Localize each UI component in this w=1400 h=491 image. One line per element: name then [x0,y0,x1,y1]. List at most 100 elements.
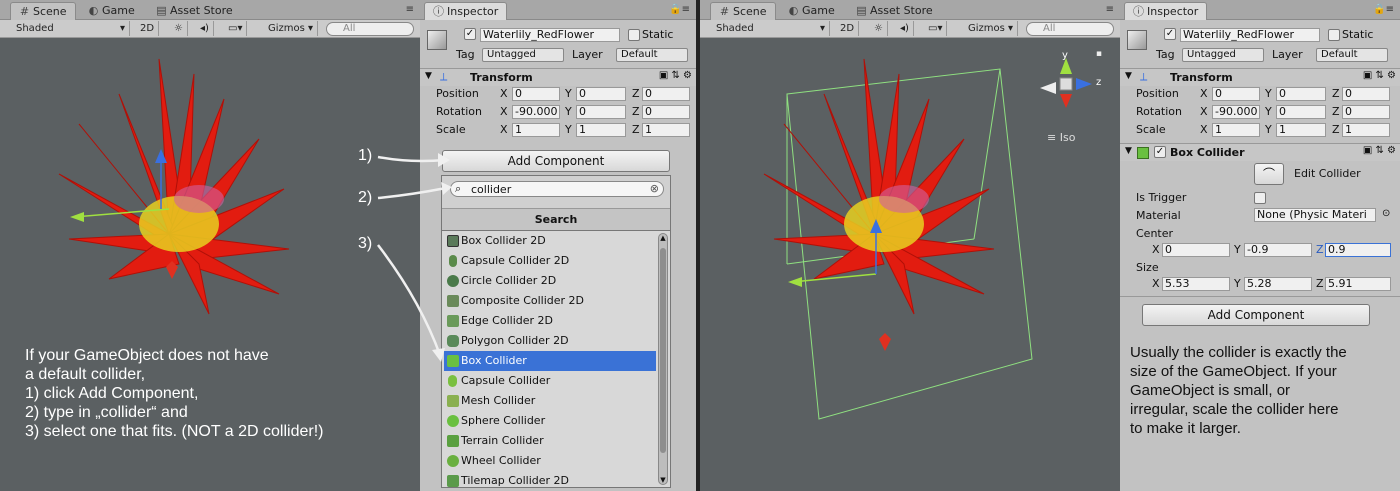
position-x[interactable]: 0 [1212,87,1260,101]
shaded-dropdown[interactable]: Shaded ▾ [712,21,830,36]
transform-header[interactable]: ▼ ⟂ Transform ▣ ⇅ ⚙ [1120,68,1400,86]
scale-y[interactable]: 1 [1276,123,1326,137]
lock-menu-icon[interactable]: 🔒≡ [1373,4,1394,15]
list-item[interactable]: Circle Collider 2D [444,271,656,291]
active-checkbox[interactable]: ✓ [464,28,476,40]
center-y[interactable]: -0.9 [1244,243,1312,257]
audio-toggle-icon[interactable]: ◂) [896,21,914,36]
tab-inspector[interactable]: ⓘ Inspector [424,2,508,20]
scale-z[interactable]: 1 [642,123,690,137]
tab-scene[interactable]: # Scene [10,2,76,20]
scene-viewport-left[interactable]: 1) 2) 3) If your GameObject does not hav… [4,39,416,491]
box-collider-enabled-checkbox[interactable]: ✓ [1154,146,1166,158]
panel-menu-icon[interactable]: ≡ [1106,4,1114,15]
dropdown-arrow-icon: ▾ [119,23,125,34]
list-item[interactable]: Terrain Collider [444,431,656,451]
rotation-z[interactable]: 0 [642,105,690,119]
settings-icon[interactable]: ▣ ⇅ ⚙ [1363,145,1396,156]
static-checkbox[interactable] [628,29,640,41]
light-toggle-icon[interactable]: ☼ [870,21,888,36]
scene-viewport-right[interactable]: y z ≡ Iso ▪ [704,39,1116,491]
rotation-x[interactable]: -90.000 [1212,105,1260,119]
tag-dropdown[interactable]: Untagged [482,48,564,62]
size-z[interactable]: 5.91 [1325,277,1391,291]
scale-x[interactable]: 1 [1212,123,1260,137]
iso-label[interactable]: ≡ Iso [1047,131,1075,145]
size-x[interactable]: 5.53 [1162,277,1230,291]
gizmos-dropdown[interactable]: Gizmos ▾ [964,21,1019,36]
list-item[interactable]: Capsule Collider 2D [444,251,656,271]
list-item[interactable]: Wheel Collider [444,451,656,471]
mode-2d-button[interactable]: 2D [136,21,160,36]
scroll-down-icon[interactable]: ▼ [659,476,667,484]
shaded-dropdown[interactable]: Shaded ▾ [12,21,130,36]
center-z[interactable]: 0.9 [1325,243,1391,257]
component-search-input[interactable]: ⌕ collider ⊗ [450,181,664,197]
list-item[interactable]: Sphere Collider [444,411,656,431]
capsule-collider-2d-icon [449,255,457,267]
position-z[interactable]: 0 [1342,87,1390,101]
tab-asset-store[interactable]: ▤ Asset Store [848,2,941,20]
position-x[interactable]: 0 [512,87,560,101]
size-y[interactable]: 5.28 [1244,277,1312,291]
list-item[interactable]: Capsule Collider [444,371,656,391]
panel-menu-icon[interactable]: ≡ [406,4,414,15]
active-checkbox[interactable]: ✓ [1164,28,1176,40]
scale-y[interactable]: 1 [576,123,626,137]
position-y[interactable]: 0 [1276,87,1326,101]
tab-scene[interactable]: # Scene [710,2,776,20]
scale-x[interactable]: 1 [512,123,560,137]
scrollbar-thumb[interactable] [660,248,666,453]
settings-icon[interactable]: ▣ ⇅ ⚙ [659,70,692,81]
object-name-field[interactable]: Waterlily_RedFlower [480,28,620,42]
is-trigger-checkbox[interactable] [1254,192,1266,204]
object-name-field[interactable]: Waterlily_RedFlower [1180,28,1320,42]
mode-2d-button[interactable]: 2D [836,21,860,36]
audio-toggle-icon[interactable]: ◂) [196,21,214,36]
tag-dropdown[interactable]: Untagged [1182,48,1264,62]
rotation-y[interactable]: 0 [576,105,626,119]
list-item[interactable]: Tilemap Collider 2D [444,471,656,491]
lock-menu-icon[interactable]: 🔒≡ [669,4,690,15]
list-scrollbar[interactable]: ▲ ▼ [658,233,668,485]
lock-icon[interactable]: ▪ [1096,49,1102,59]
scale-z[interactable]: 1 [1342,123,1390,137]
tab-game[interactable]: ◐ Game [80,2,143,20]
list-item[interactable]: Box Collider 2D [444,231,656,251]
scroll-up-icon[interactable]: ▲ [659,234,667,242]
edit-collider-button[interactable]: ⌒ [1254,163,1284,185]
list-item[interactable]: Composite Collider 2D [444,291,656,311]
position-y[interactable]: 0 [576,87,626,101]
rotation-z[interactable]: 0 [1342,105,1390,119]
box-collider-header[interactable]: ▼ ✓ Box Collider ▣ ⇅ ⚙ [1120,143,1400,161]
settings-icon[interactable]: ▣ ⇅ ⚙ [1363,70,1396,81]
tab-inspector[interactable]: ⓘ Inspector [1124,2,1208,20]
list-item[interactable]: Polygon Collider 2D [444,331,656,351]
material-field[interactable]: None (Physic Materi [1254,208,1376,222]
list-item[interactable]: Edge Collider 2D [444,311,656,331]
tab-game[interactable]: ◐ Game [780,2,843,20]
rotation-x[interactable]: -90.000 [512,105,560,119]
list-item[interactable]: Mesh Collider [444,391,656,411]
layer-dropdown[interactable]: Default [1316,48,1388,62]
tab-asset-store[interactable]: ▤ Asset Store [148,2,241,20]
object-picker-icon[interactable]: ⊙ [1382,208,1390,219]
light-toggle-icon[interactable]: ☼ [170,21,188,36]
add-component-button[interactable]: Add Component [442,150,670,172]
transform-header[interactable]: ▼ ⟂ Transform ▣ ⇅ ⚙ [420,68,696,86]
effects-dropdown-icon[interactable]: ▭▾ [924,21,948,36]
scene-search-input[interactable]: All [1026,22,1114,36]
list-item-selected[interactable]: Box Collider [444,351,656,371]
add-component-button[interactable]: Add Component [1142,304,1370,326]
scene-tabbar: # Scene ◐ Game ▤ Asset Store ≡ [0,0,420,20]
gizmos-dropdown[interactable]: Gizmos ▾ [264,21,319,36]
position-z[interactable]: 0 [642,87,690,101]
rotation-y[interactable]: 0 [1276,105,1326,119]
clear-search-icon[interactable]: ⊗ [650,182,659,195]
orientation-gizmo [1040,58,1092,108]
center-x[interactable]: 0 [1162,243,1230,257]
effects-dropdown-icon[interactable]: ▭▾ [224,21,248,36]
static-checkbox[interactable] [1328,29,1340,41]
layer-dropdown[interactable]: Default [616,48,688,62]
scene-search-input[interactable]: All [326,22,414,36]
